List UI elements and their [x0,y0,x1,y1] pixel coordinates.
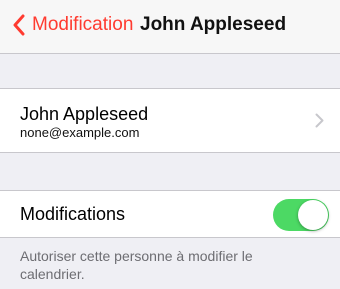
modifications-footer-note: Autoriser cette personne à modifier le c… [20,248,253,282]
back-button[interactable]: Modification [12,14,133,36]
contact-row[interactable]: John Appleseed none@example.com [0,88,340,153]
toggle-knob [298,200,328,230]
contact-name: John Appleseed [20,104,149,124]
navigation-bar: Modification John Appleseed [0,0,340,54]
modifications-label: Modifications [20,204,126,224]
chevron-right-icon [315,113,324,128]
page-title: John Appleseed [140,14,287,35]
modifications-toggle[interactable] [273,199,329,231]
contact-email: none@example.com [20,125,140,140]
chevron-left-icon [13,14,25,36]
back-button-label: Modification [32,14,134,35]
modifications-row: Modifications [0,190,340,238]
